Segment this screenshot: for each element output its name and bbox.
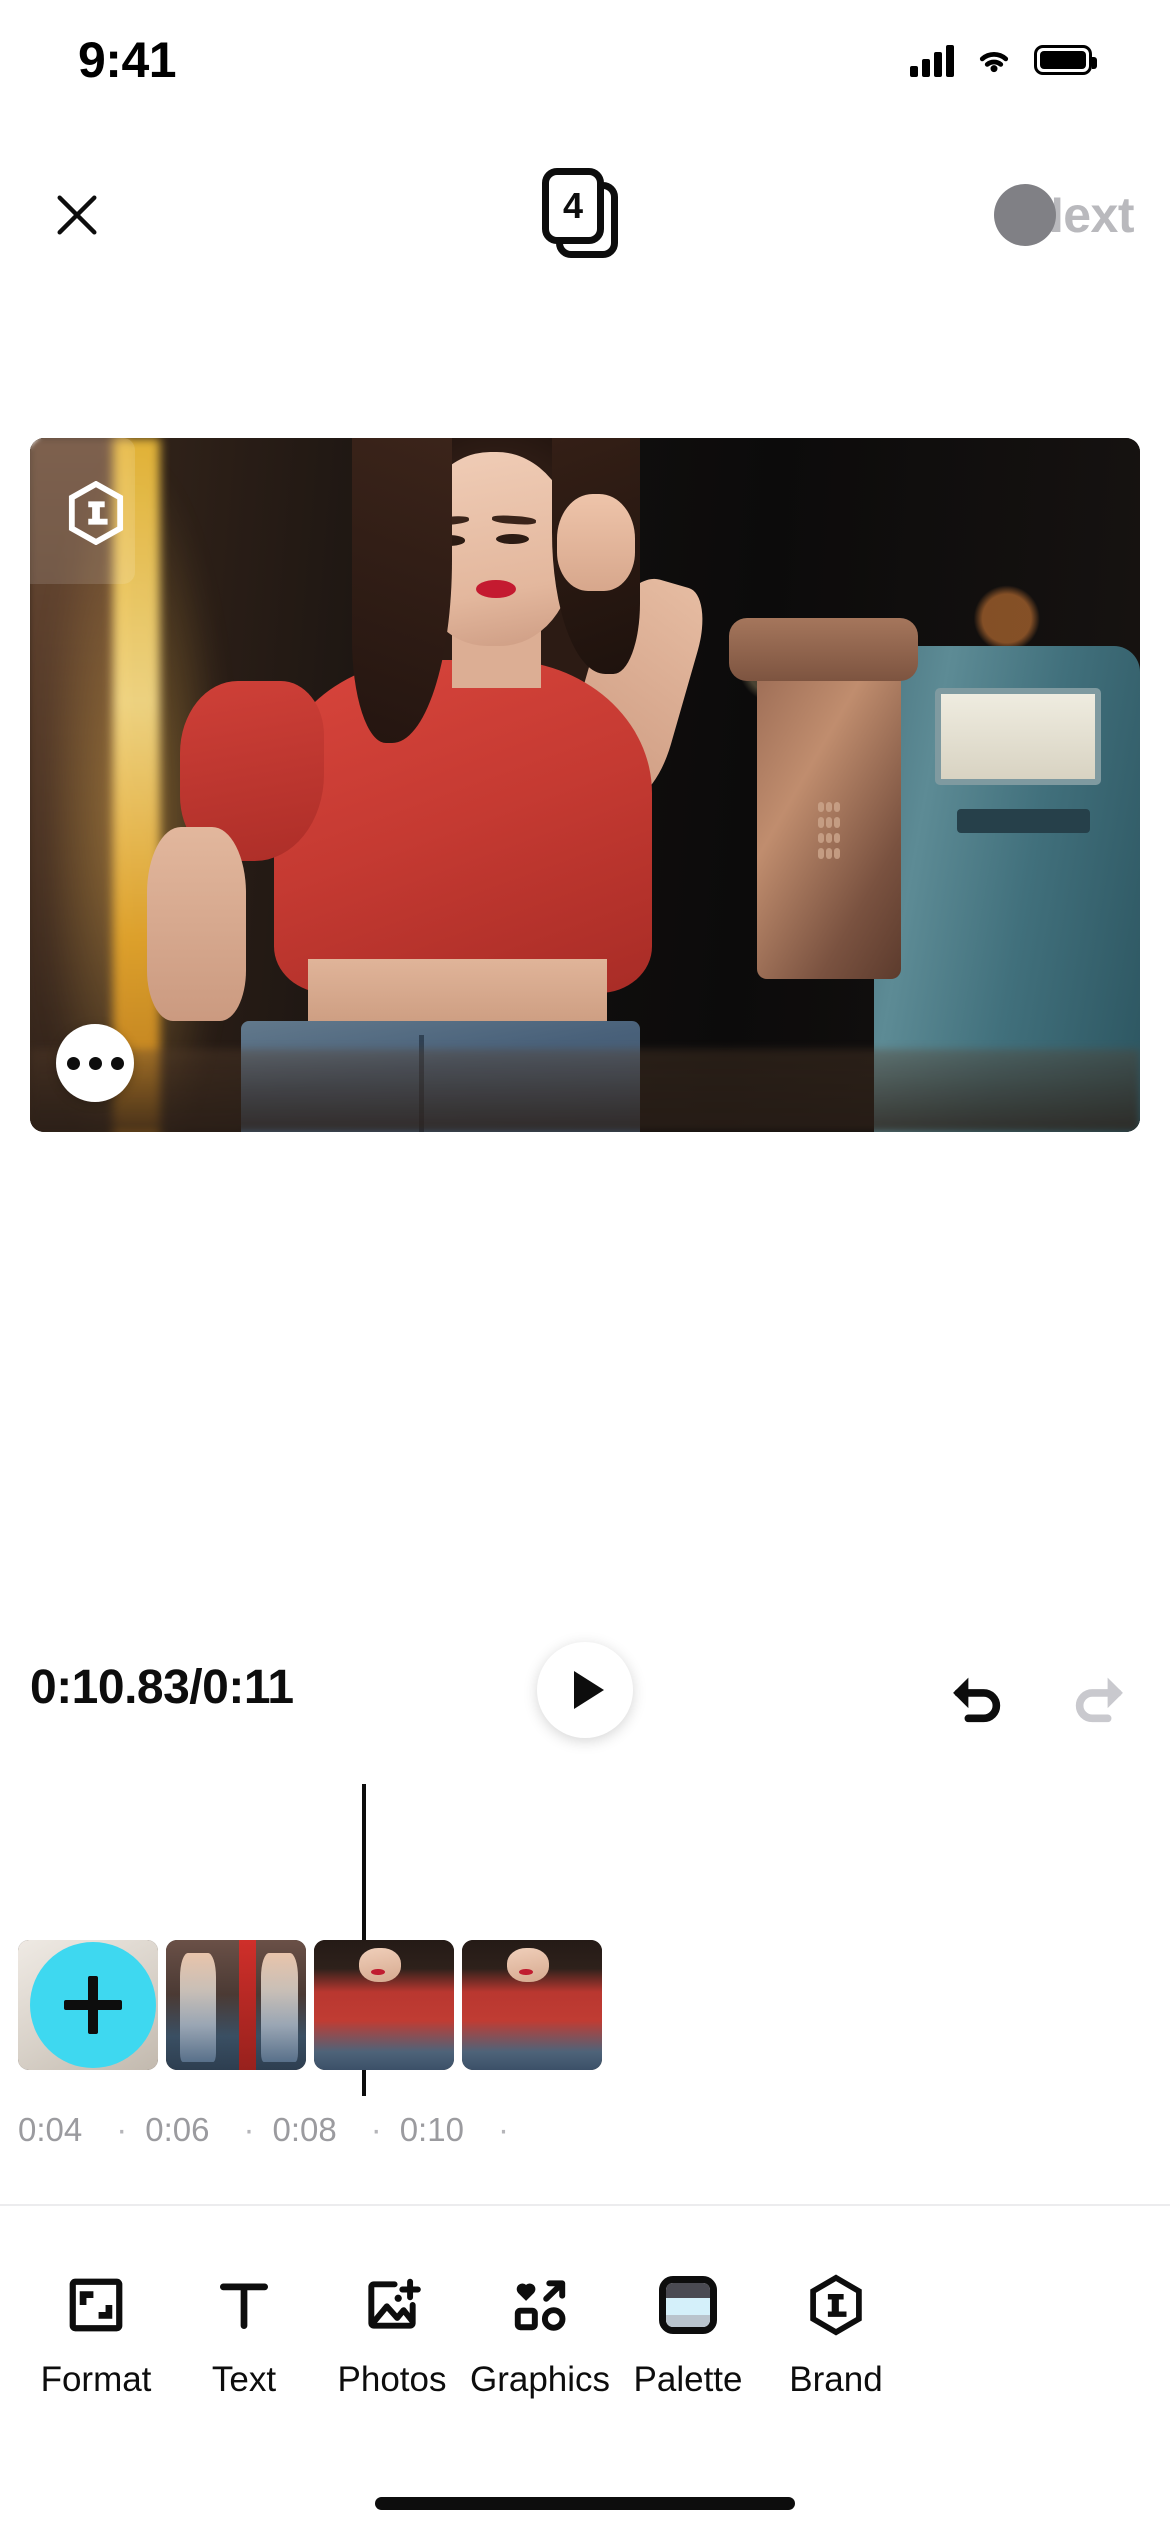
close-button[interactable] bbox=[22, 160, 132, 270]
wifi-icon bbox=[979, 51, 1009, 72]
toolbar-item-label: Graphics bbox=[469, 2360, 611, 2399]
redo-button[interactable] bbox=[1060, 1662, 1140, 1734]
play-button[interactable] bbox=[537, 1642, 633, 1738]
toolbar-items: Format Text Photos Graphics Palette Bran… bbox=[0, 2242, 1170, 2400]
ruler-tick: 0:04 bbox=[18, 2111, 83, 2148]
playback-controls: 0:10.83/0:11 bbox=[0, 1642, 1170, 1760]
undo-button[interactable] bbox=[936, 1662, 1016, 1734]
ruler-tick: 0:08 bbox=[272, 2111, 337, 2148]
bottom-toolbar: Format Text Photos Graphics Palette Bran… bbox=[0, 2242, 1170, 2532]
scene-subject-hand bbox=[557, 493, 635, 591]
navigation-bar: 4 Next bbox=[0, 160, 1170, 280]
add-photo-icon bbox=[368, 2278, 421, 2329]
format-frame-icon bbox=[69, 2278, 123, 2332]
toolbar-item-brand[interactable]: Brand bbox=[762, 2270, 910, 2400]
redo-icon bbox=[1075, 1677, 1123, 1723]
status-bar-indicators bbox=[910, 43, 1097, 77]
color-palette-icon bbox=[659, 2276, 717, 2334]
cellular-signal-icon bbox=[910, 43, 954, 77]
toolbar-item-label: Palette bbox=[633, 2360, 743, 2399]
scene-payphone-receiver bbox=[729, 618, 918, 681]
graphics-shapes-icon bbox=[514, 2280, 566, 2331]
pages-count-button[interactable]: 4 bbox=[540, 168, 630, 260]
scene-subject-shirt bbox=[274, 660, 652, 994]
timeline-clip[interactable] bbox=[166, 1940, 306, 2070]
toolbar-item-label: Brand bbox=[789, 2360, 883, 2399]
canvas-more-options-button[interactable] bbox=[56, 1024, 134, 1102]
ruler-tick: 0:10 bbox=[399, 2111, 464, 2148]
scene-payphone-screen bbox=[934, 687, 1102, 785]
more-horizontal-icon bbox=[66, 1056, 80, 1070]
battery-full-icon bbox=[1034, 44, 1097, 75]
play-icon bbox=[573, 1671, 604, 1709]
canvas-preview[interactable] bbox=[30, 438, 1140, 1132]
toolbar-item-label: Text bbox=[211, 2360, 277, 2399]
toolbar-item-text[interactable]: Text bbox=[170, 2270, 318, 2400]
toolbar-item-palette[interactable]: Palette bbox=[614, 2270, 762, 2400]
scene-subject-arm-left bbox=[146, 826, 247, 1021]
hexagon-l-logo-icon[interactable] bbox=[67, 481, 125, 546]
ruler-separator: · bbox=[370, 2111, 382, 2148]
toolbar-item-photos[interactable]: Photos bbox=[318, 2270, 466, 2400]
add-clip-button[interactable] bbox=[30, 1942, 156, 2068]
toolbar-item-label: Format bbox=[40, 2360, 152, 2399]
timeline-divider bbox=[0, 2204, 1170, 2206]
ruler-separator: · bbox=[497, 2111, 509, 2148]
home-indicator bbox=[375, 2497, 795, 2510]
timecode-label: 0:10.83/0:11 bbox=[30, 1661, 294, 1714]
close-x-icon bbox=[57, 195, 97, 235]
toolbar-item-graphics[interactable]: Graphics bbox=[466, 2270, 614, 2400]
plus-icon bbox=[64, 1976, 122, 2034]
timeline-clip[interactable] bbox=[314, 1940, 454, 2070]
timeline-clip[interactable] bbox=[462, 1940, 602, 2070]
pages-count-label: 4 bbox=[542, 168, 604, 244]
status-bar-clock: 9:41 bbox=[78, 31, 177, 88]
loading-spinner-icon bbox=[993, 184, 1056, 246]
timeline-ruler: 0:04 · 0:06 · 0:08 · 0:10 · bbox=[0, 2100, 1170, 2160]
app-screen: 9:41 4 Next 0:10.83/0:11 0:04 · 0:06 · 0… bbox=[0, 0, 1170, 2532]
ruler-separator: · bbox=[243, 2111, 255, 2148]
scene-payphone-keypad bbox=[774, 757, 885, 903]
scene-payphone-slot bbox=[956, 809, 1091, 833]
status-bar: 9:41 bbox=[0, 0, 1170, 105]
next-button[interactable]: Next bbox=[993, 160, 1135, 270]
ruler-separator: · bbox=[116, 2111, 128, 2148]
toolbar-item-format[interactable]: Format bbox=[22, 2270, 170, 2400]
undo-icon bbox=[953, 1677, 1001, 1723]
text-t-icon bbox=[219, 2283, 269, 2330]
video-frame[interactable] bbox=[30, 438, 1140, 1132]
scene-floor bbox=[30, 1048, 1140, 1132]
ruler-tick: 0:06 bbox=[145, 2111, 210, 2148]
toolbar-item-label: Photos bbox=[337, 2360, 447, 2399]
hexagon-l-brand-icon bbox=[810, 2274, 862, 2336]
